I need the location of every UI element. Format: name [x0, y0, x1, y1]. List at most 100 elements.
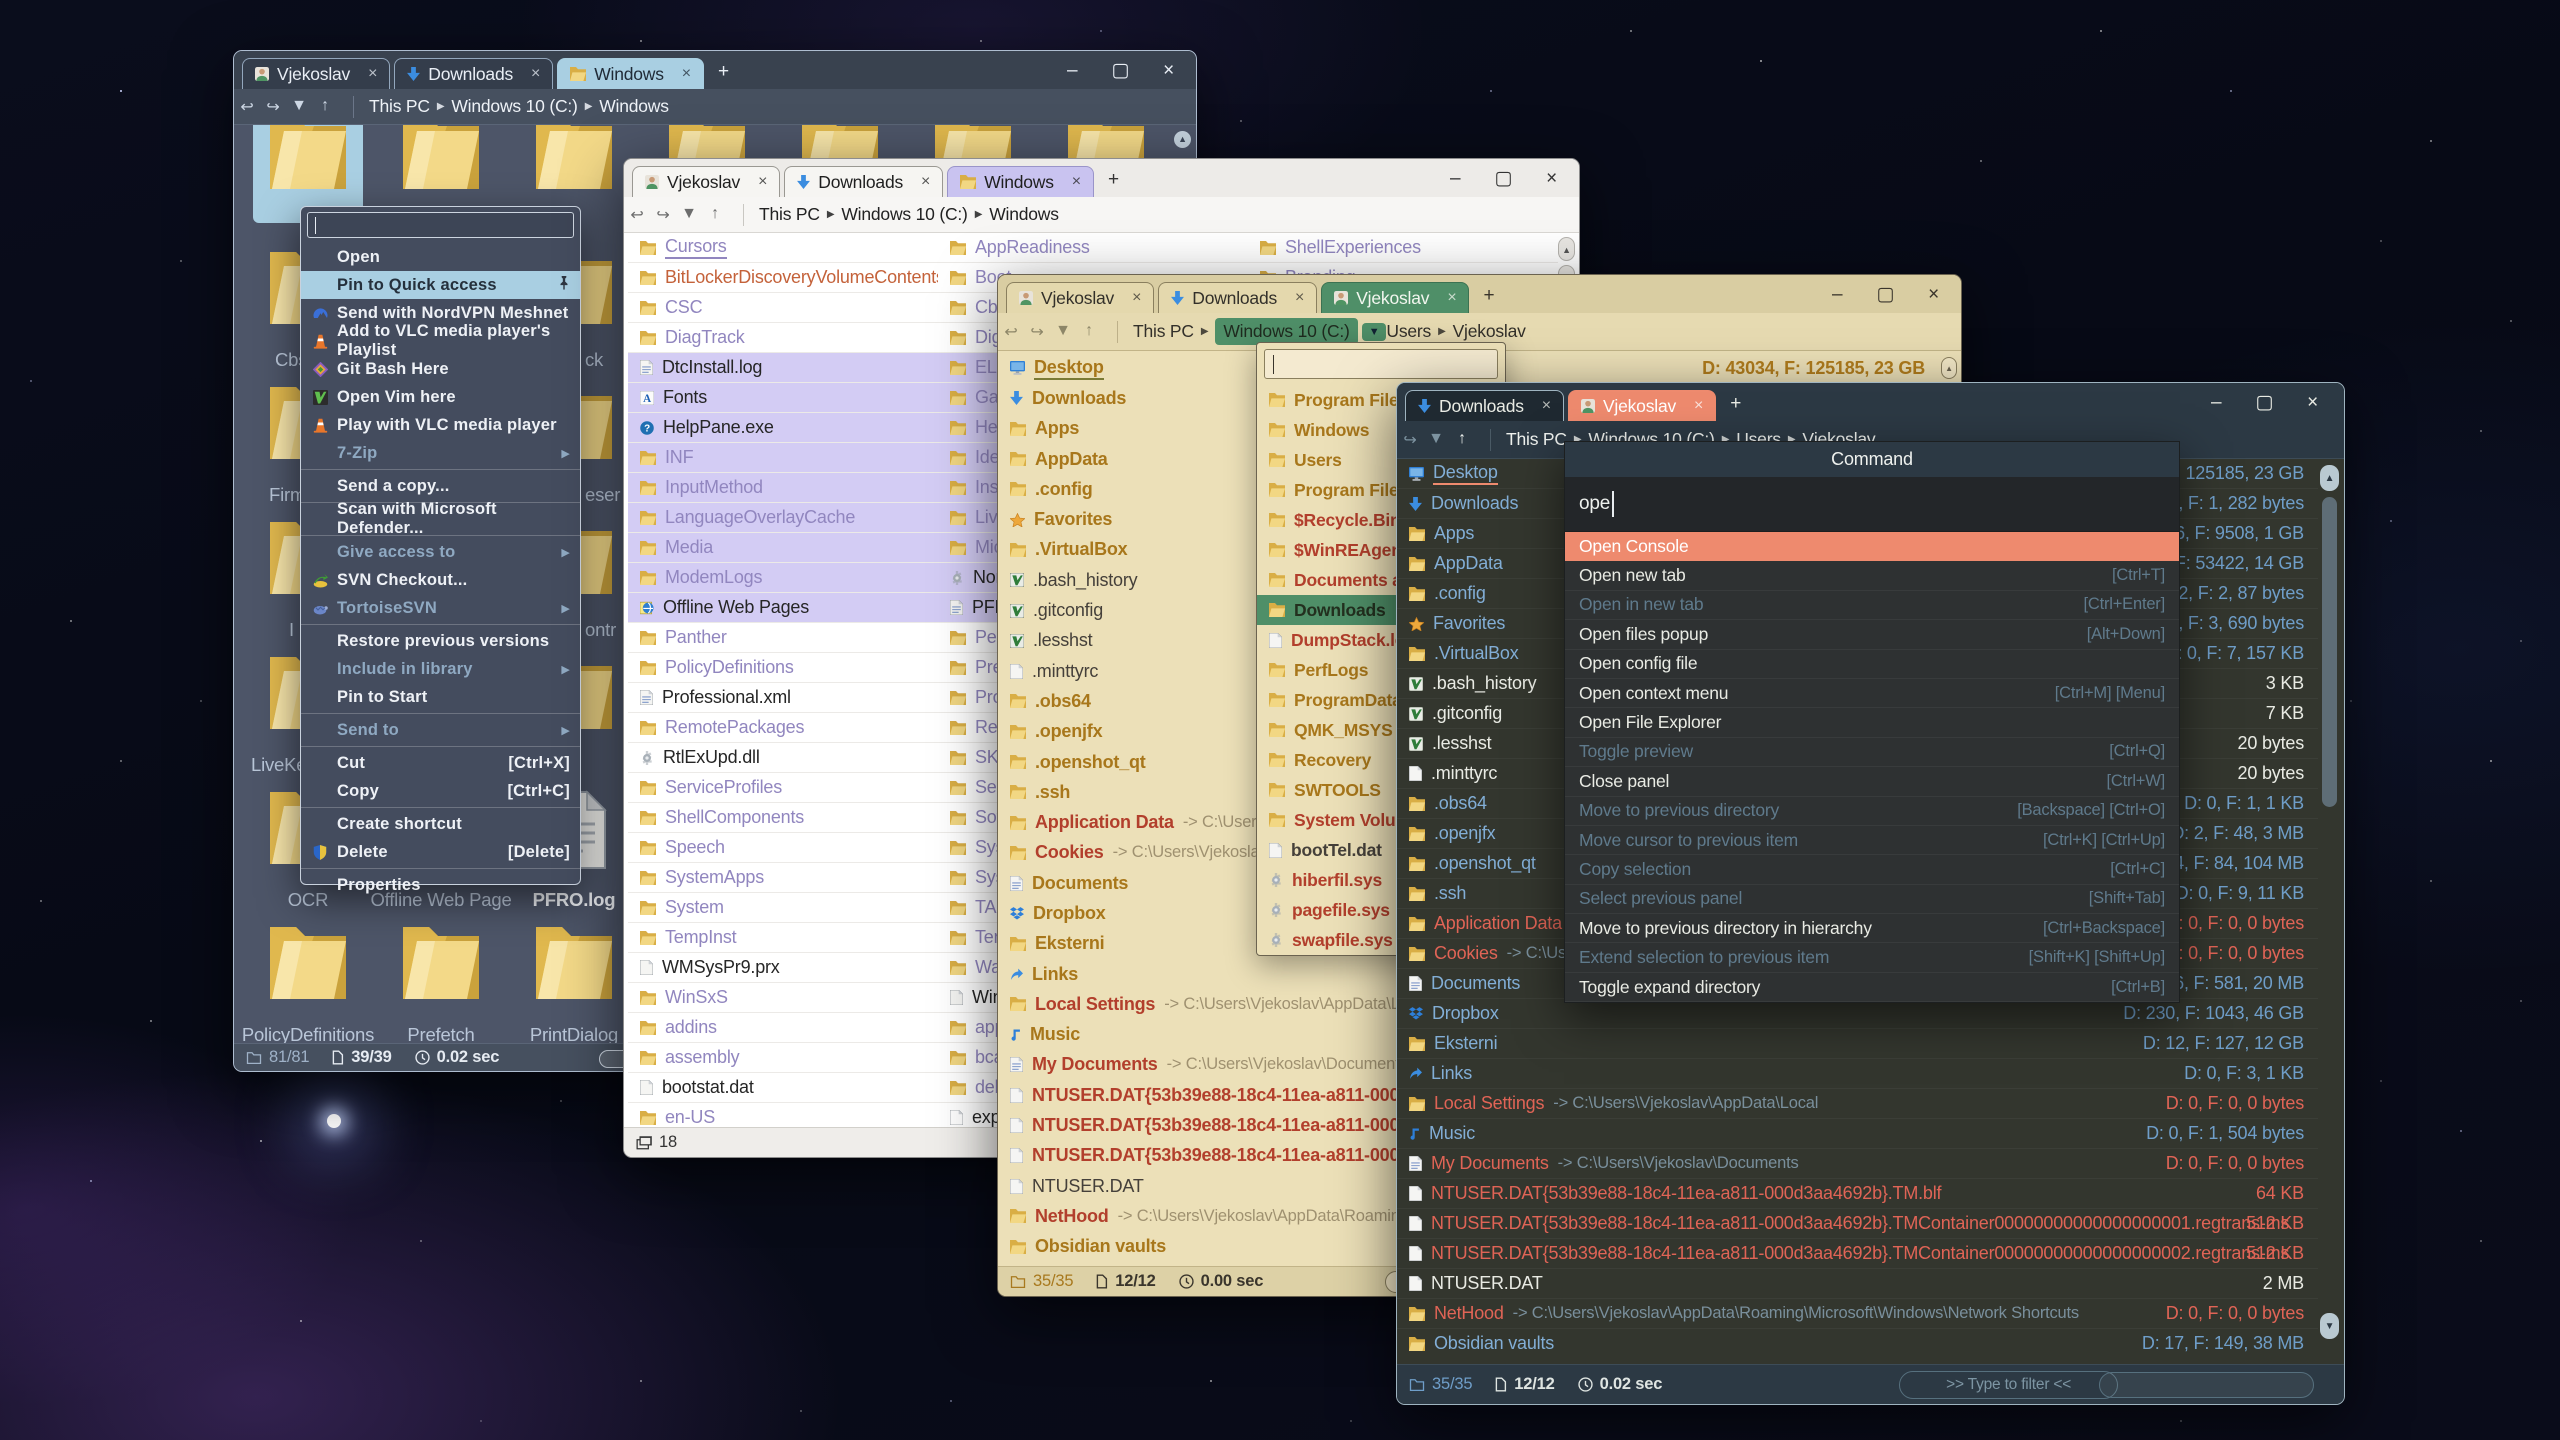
file-row[interactable]: NTUSER.DAT{53b39e88-18c4-11ea-a811-000d3…	[1397, 1239, 2318, 1269]
type-to-filter-pill[interactable]: >> Type to filter <<	[1899, 1371, 2118, 1399]
history-dropdown-icon[interactable]: ▼	[1050, 322, 1076, 342]
forward-icon[interactable]: ↪	[260, 97, 286, 117]
tab-close-icon[interactable]: ×	[1072, 173, 1081, 191]
minimize-button[interactable]: –	[1450, 168, 1460, 190]
tab-vjekoslav[interactable]: Vjekoslav×	[1321, 282, 1469, 313]
menu-item-include-in-library[interactable]: Include in library▶	[301, 655, 580, 683]
menu-item-svn-checkout[interactable]: SVN Checkout...	[301, 566, 580, 594]
file-row[interactable]: DiagTrack	[628, 323, 938, 353]
file-row[interactable]: NTUSER.DAT{53b39e88-18c4-11ea-a811-000d3…	[1397, 1209, 2318, 1239]
file-row[interactable]: ServiceProfiles	[628, 773, 938, 803]
command-item-move-cursor-to-previous-item[interactable]: Move cursor to previous item[Ctrl+K] [Ct…	[1565, 826, 2179, 855]
file-row[interactable]: ShellComponents	[628, 803, 938, 833]
minimize-button[interactable]: –	[1067, 60, 1077, 82]
file-row[interactable]: InputMethod	[628, 473, 938, 503]
file-row[interactable]: TempInst	[628, 923, 938, 953]
dropdown-filter-input[interactable]	[1264, 349, 1498, 379]
file-row[interactable]: CSC	[628, 293, 938, 323]
command-item-open-file-explorer[interactable]: Open File Explorer	[1565, 708, 2179, 737]
command-item-move-to-previous-directory[interactable]: Move to previous directory[Backspace] [C…	[1565, 797, 2179, 826]
file-row[interactable]: NetHood-> C:\Users\Vjekoslav\AppData\Roa…	[1397, 1299, 2318, 1329]
file-row[interactable]: Local Settings-> C:\Users\Vjekoslav\AppD…	[1397, 1089, 2318, 1119]
file-row[interactable]: MusicD: 0, F: 1, 504 bytes	[1397, 1119, 2318, 1149]
close-button[interactable]: ×	[1546, 168, 1557, 190]
scrollbar-down-button[interactable]: ▼	[2320, 1313, 2339, 1339]
breadcrumb-segment[interactable]: This PC	[759, 204, 820, 225]
tab-close-icon[interactable]: ×	[921, 173, 930, 191]
menu-item-play-with-vlc-media-player[interactable]: Play with VLC media player	[301, 411, 580, 439]
tab-windows[interactable]: Windows×	[947, 166, 1094, 197]
tab-close-icon[interactable]: ×	[758, 173, 767, 191]
file-row[interactable]: AFonts	[628, 383, 938, 413]
menu-item-7-zip[interactable]: 7-Zip▶	[301, 439, 580, 467]
file-row[interactable]: Professional.xml	[628, 683, 938, 713]
scrollbar-up-button[interactable]: ▲	[1941, 357, 1957, 379]
grid-item[interactable]	[386, 921, 496, 1033]
menu-item-send-to[interactable]: Send to▶	[301, 716, 580, 744]
menu-item-scan-with-microsoft-defender[interactable]: Scan with Microsoft Defender...	[301, 505, 580, 533]
history-dropdown-icon[interactable]: ▼	[1423, 430, 1449, 450]
new-tab-button[interactable]: +	[1730, 393, 1741, 419]
file-row[interactable]: ?HelpPane.exe	[628, 413, 938, 443]
history-dropdown-icon[interactable]: ▼	[676, 205, 702, 225]
minimize-button[interactable]: –	[1832, 284, 1842, 306]
forward-icon[interactable]: ↪	[650, 205, 676, 225]
menu-item-copy[interactable]: Copy[Ctrl+C]	[301, 777, 580, 805]
tab-close-icon[interactable]: ×	[682, 65, 691, 83]
tab-vjekoslav[interactable]: Vjekoslav×	[632, 166, 780, 197]
menu-item-properties[interactable]: Properties	[301, 871, 580, 899]
maximize-button[interactable]: ▢	[2255, 391, 2273, 414]
forward-icon[interactable]: ↪	[1024, 322, 1050, 342]
file-row[interactable]: WMSysPr9.prx	[628, 953, 938, 983]
maximize-button[interactable]: ▢	[1876, 283, 1894, 306]
file-row[interactable]: DtcInstall.log	[628, 353, 938, 383]
command-item-open-in-new-tab[interactable]: Open in new tab[Ctrl+Enter]	[1565, 591, 2179, 620]
command-item-open-context-menu[interactable]: Open context menu[Ctrl+M] [Menu]	[1565, 679, 2179, 708]
file-row[interactable]: addins	[628, 1013, 938, 1043]
file-row[interactable]: RemotePackages	[628, 713, 938, 743]
up-icon[interactable]: ↑	[1076, 322, 1102, 342]
minimize-button[interactable]: –	[2211, 392, 2221, 414]
menu-item-tortoisesvn[interactable]: TortoiseSVN▶	[301, 594, 580, 622]
file-row[interactable]: Panther	[628, 623, 938, 653]
command-item-extend-selection-to-previous-item[interactable]: Extend selection to previous item[Shift+…	[1565, 943, 2179, 972]
breadcrumb-dropdown-button[interactable]: ▼	[1362, 323, 1387, 341]
new-tab-button[interactable]: +	[718, 61, 729, 87]
file-row[interactable]: LanguageOverlayCache	[628, 503, 938, 533]
tab-vjekoslav[interactable]: Vjekoslav×	[1006, 282, 1154, 313]
command-item-open-files-popup[interactable]: Open files popup[Alt+Down]	[1565, 620, 2179, 649]
command-item-close-panel[interactable]: Close panel[Ctrl+W]	[1565, 767, 2179, 796]
tab-downloads[interactable]: Downloads×	[784, 166, 943, 197]
file-row[interactable]: WinSxS	[628, 983, 938, 1013]
file-row[interactable]: Obsidian vaultsD: 17, F: 149, 38 MB	[1397, 1329, 2318, 1357]
tab-windows[interactable]: Windows×	[557, 58, 704, 89]
history-dropdown-icon[interactable]: ▼	[286, 97, 312, 117]
scrollbar-up-button[interactable]: ▲	[1174, 131, 1191, 148]
command-item-toggle-expand-directory[interactable]: Toggle expand directory[Ctrl+B]	[1565, 973, 2179, 1002]
maximize-button[interactable]: ▢	[1494, 167, 1512, 190]
menu-item-create-shortcut[interactable]: Create shortcut	[301, 810, 580, 838]
menu-item-pin-to-start[interactable]: Pin to Start	[301, 683, 580, 711]
file-row[interactable]: ShellExperiences	[1248, 233, 1558, 263]
command-item-toggle-preview[interactable]: Toggle preview[Ctrl+Q]	[1565, 738, 2179, 767]
breadcrumb-segment[interactable]: Windows 10 (C:)	[451, 96, 577, 117]
back-icon[interactable]: ↩	[998, 322, 1024, 342]
close-button[interactable]: ×	[1163, 60, 1174, 82]
breadcrumb-segment[interactable]: This PC	[369, 96, 430, 117]
file-row[interactable]: NTUSER.DAT2 MB	[1397, 1269, 2318, 1299]
scrollbar-up-button[interactable]: ▲	[2320, 465, 2339, 491]
new-tab-button[interactable]: +	[1483, 285, 1494, 311]
breadcrumb-segment[interactable]: This PC	[1506, 429, 1567, 450]
tab-vjekoslav[interactable]: Vjekoslav×	[1568, 390, 1716, 421]
file-row[interactable]: PolicyDefinitions	[628, 653, 938, 683]
status-progress-box[interactable]	[2099, 1372, 2314, 1398]
file-row[interactable]: My Documents-> C:\Users\Vjekoslav\Docume…	[1397, 1149, 2318, 1179]
tab-downloads[interactable]: Downloads×	[394, 58, 553, 89]
back-icon[interactable]: ↩	[234, 97, 260, 117]
command-item-open-config-file[interactable]: Open config file	[1565, 650, 2179, 679]
scrollbar-thumb[interactable]	[2322, 497, 2337, 807]
menu-item-open-vim-here[interactable]: Open Vim here	[301, 383, 580, 411]
menu-item-give-access-to[interactable]: Give access to▶	[301, 538, 580, 566]
menu-item-open[interactable]: Open	[301, 243, 580, 271]
menu-item-add-to-vlc-media-player-s-playlist[interactable]: Add to VLC media player's Playlist	[301, 327, 580, 355]
